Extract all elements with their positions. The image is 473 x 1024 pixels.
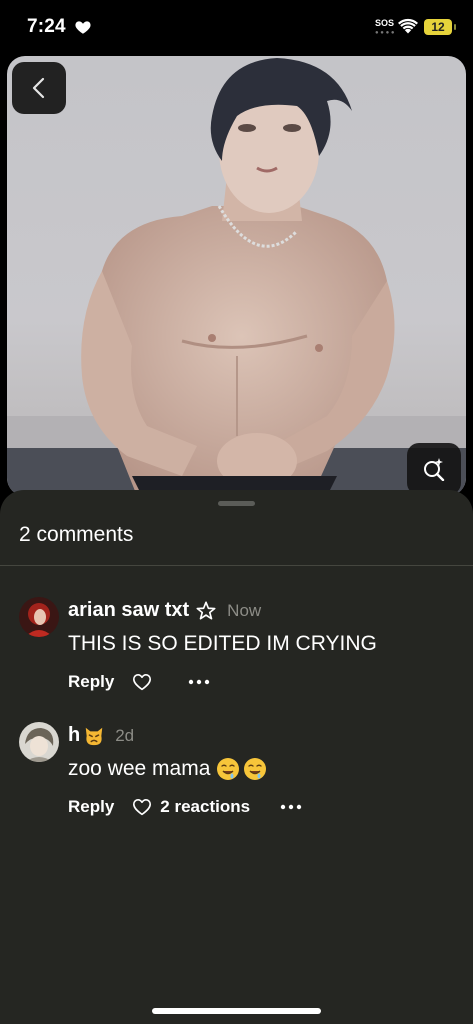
avatar[interactable] [19, 597, 59, 637]
photo-illustration [7, 58, 466, 496]
signal-dots-icon: ● ● ● ● [375, 30, 395, 36]
back-button[interactable] [12, 62, 66, 114]
status-bar: 7:24 SOS ● ● ● ● 12 [0, 0, 473, 56]
visual-search-icon [424, 458, 445, 481]
sheet-grabber[interactable] [218, 501, 255, 506]
reactions-count[interactable]: 2 reactions [160, 797, 250, 817]
pouting-cat-emoji [85, 727, 103, 745]
star-icon [196, 600, 216, 620]
more-icon[interactable] [188, 679, 210, 685]
comment-time: Now [227, 600, 262, 620]
battery-indicator: 12 [424, 19, 456, 35]
sos-indicator: SOS [375, 18, 395, 28]
more-icon[interactable] [280, 804, 302, 810]
home-indicator[interactable] [152, 1008, 321, 1014]
comment-author[interactable]: h [68, 724, 80, 747]
wifi-icon [398, 18, 418, 34]
visual-search-button[interactable] [407, 443, 461, 495]
reply-button[interactable]: Reply [68, 797, 114, 817]
divider [0, 565, 473, 566]
avatar-image [19, 722, 59, 762]
status-time: 7:24 [27, 16, 66, 37]
comments-sheet: 2 comments arian saw txt Now THIS IS SO … [0, 490, 473, 1024]
comment-text-body: zoo wee mama [68, 757, 211, 780]
avatar-image [19, 597, 59, 637]
post-image[interactable] [7, 56, 466, 496]
drooling-face-emoji [244, 758, 267, 780]
heart-outline-icon[interactable] [132, 673, 152, 691]
comment-text: THIS IS SO EDITED IM CRYING [68, 632, 377, 655]
chevron-left-icon [32, 77, 45, 99]
reply-button[interactable]: Reply [68, 672, 114, 692]
comment-text: zoo wee mama [68, 757, 267, 781]
drooling-face-emoji [217, 758, 240, 780]
heart-icon [75, 21, 91, 34]
comment-time: 2d [115, 725, 135, 745]
comment-author[interactable]: arian saw txt [68, 599, 189, 622]
comments-count: 2 comments [19, 523, 134, 546]
avatar[interactable] [19, 722, 59, 762]
heart-outline-icon[interactable] [132, 798, 152, 816]
